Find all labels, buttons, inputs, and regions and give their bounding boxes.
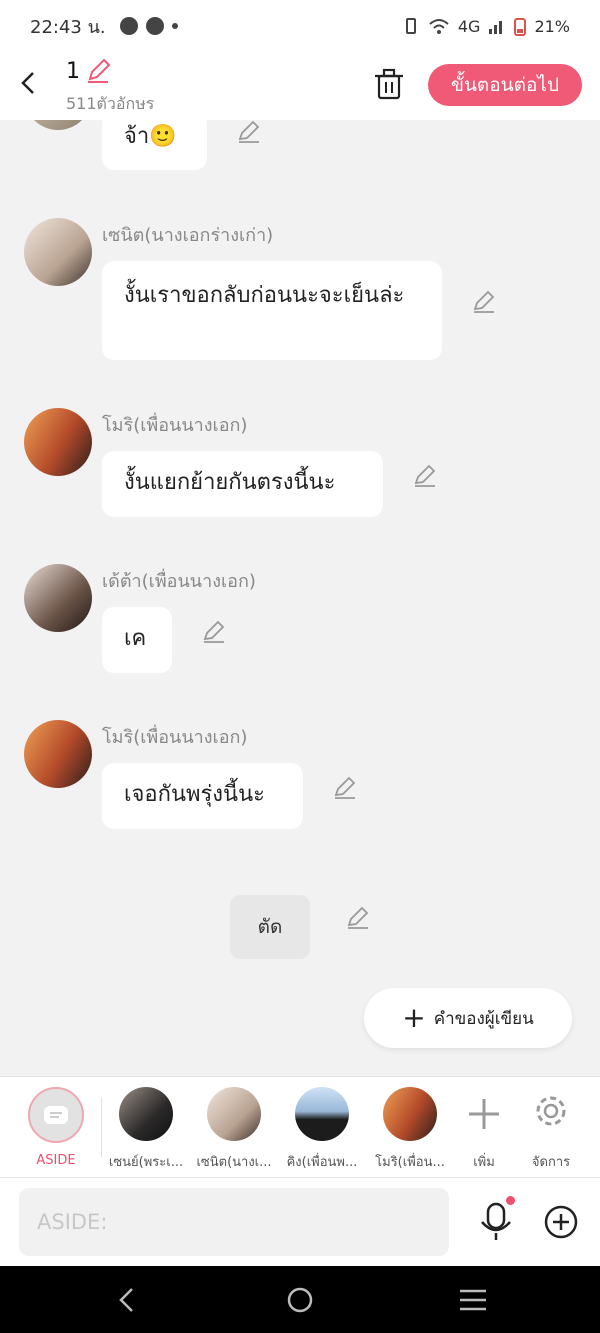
avatar[interactable] [24, 120, 92, 130]
character-count: 511ตัวอักษร [66, 94, 155, 113]
speaker-name: เซนิต(นางเอกร่างเก่า) [102, 225, 274, 246]
notification-dot-icon [171, 23, 178, 29]
character-item[interactable]: คิง(เพื่อนพ... [282, 1087, 362, 1172]
input-bar [0, 1178, 600, 1266]
message-bubble[interactable]: เจอกันพรุ่งนี้นะ [102, 763, 303, 829]
character-label: โมริ(เพื่อน... [375, 1155, 445, 1170]
nav-home-icon[interactable] [286, 1286, 314, 1314]
message-bubble[interactable]: เค [102, 607, 172, 673]
delete-button[interactable] [374, 68, 404, 100]
aside-icon [44, 1106, 68, 1124]
nav-back-icon[interactable] [116, 1286, 138, 1314]
status-bar: 22:43 น. 4G 21% [0, 0, 600, 52]
editor-header: 1 511ตัวอักษร ขั้นตอนต่อไป [0, 52, 600, 120]
message-bubble[interactable]: งั้นแยกย้ายกันตรงนี้นะ [102, 451, 383, 517]
character-bar: ASIDE เซนย์(พระเ... เซนิต(นางเ... คิง(เพ… [0, 1076, 600, 1178]
battery-icon [514, 18, 527, 36]
edit-title-icon[interactable] [86, 58, 112, 84]
signal-icon [489, 21, 503, 34]
speaker-name: โมริ(เพื่อนนางเอก) [102, 415, 248, 436]
vibrate-icon [405, 18, 416, 34]
back-button[interactable] [14, 66, 42, 100]
add-label: เพิ่ม [473, 1155, 495, 1170]
avatar [295, 1087, 349, 1141]
add-author-note-button[interactable]: + คำของผู้เขียน [364, 988, 572, 1048]
character-label: คิง(เพื่อนพ... [286, 1155, 358, 1170]
character-item[interactable]: เซนย์(พระเ... [106, 1087, 186, 1172]
next-step-button[interactable]: ขั้นตอนต่อไป [428, 64, 582, 106]
edit-message-icon[interactable] [472, 290, 496, 314]
edit-message-icon[interactable] [237, 120, 261, 144]
avatar[interactable] [24, 720, 92, 788]
message-bubble[interactable]: งั้นเราขอกลับก่อนนะจะเย็นล่ะ [102, 261, 442, 360]
plus-icon [469, 1099, 499, 1129]
system-navigation-bar [0, 1266, 600, 1333]
episode-title[interactable]: 1 [66, 58, 112, 84]
manage-characters-button[interactable]: จัดการ [511, 1087, 591, 1172]
avatar [207, 1087, 261, 1141]
speaker-name: เด้ต้า(เพื่อนนางเอก) [102, 571, 256, 592]
microphone-icon[interactable] [478, 1202, 514, 1242]
divider [101, 1097, 102, 1157]
character-item[interactable]: โมริ(เพื่อน... [370, 1087, 450, 1172]
gear-icon [536, 1096, 566, 1126]
avatar[interactable] [24, 218, 92, 286]
character-item[interactable]: เซนิต(นางเ... [194, 1087, 274, 1172]
line-icon [145, 17, 164, 35]
add-content-icon[interactable] [543, 1204, 579, 1240]
episode-title-text: 1 [66, 58, 80, 84]
battery-level: 21% [534, 16, 570, 36]
plus-icon: + [402, 1001, 426, 1034]
message-bubble[interactable]: จ้า🙂 [102, 120, 207, 170]
cut-block[interactable]: ตัด [230, 895, 310, 959]
message-input[interactable] [19, 1188, 449, 1256]
speaker-name: โมริ(เพื่อนนางเอก) [102, 727, 248, 748]
messenger-icon [119, 17, 138, 35]
author-note-label: คำของผู้เขียน [433, 1008, 534, 1029]
chevron-left-icon [21, 72, 34, 94]
character-label: เซนิต(นางเ... [196, 1155, 272, 1170]
avatar[interactable] [24, 408, 92, 476]
character-label: ASIDE [36, 1153, 76, 1168]
edit-cut-icon[interactable] [346, 906, 370, 930]
avatar [383, 1087, 437, 1141]
edit-message-icon[interactable] [202, 620, 226, 644]
avatar [119, 1087, 173, 1141]
edit-message-icon[interactable] [333, 776, 357, 800]
status-time: 22:43 น. [30, 16, 106, 38]
recording-indicator-dot [506, 1196, 515, 1205]
wifi-icon [429, 19, 449, 34]
manage-label: จัดการ [531, 1155, 571, 1170]
edit-message-icon[interactable] [413, 464, 437, 488]
network-type: 4G [457, 16, 481, 36]
nav-recents-icon[interactable] [458, 1287, 488, 1313]
chat-area: จ้า🙂 เซนิต(นางเอกร่างเก่า) งั้นเราขอกลับ… [0, 120, 600, 1076]
character-aside[interactable]: ASIDE [16, 1087, 96, 1168]
avatar[interactable] [24, 564, 92, 632]
character-label: เซนย์(พระเ... [108, 1155, 184, 1170]
